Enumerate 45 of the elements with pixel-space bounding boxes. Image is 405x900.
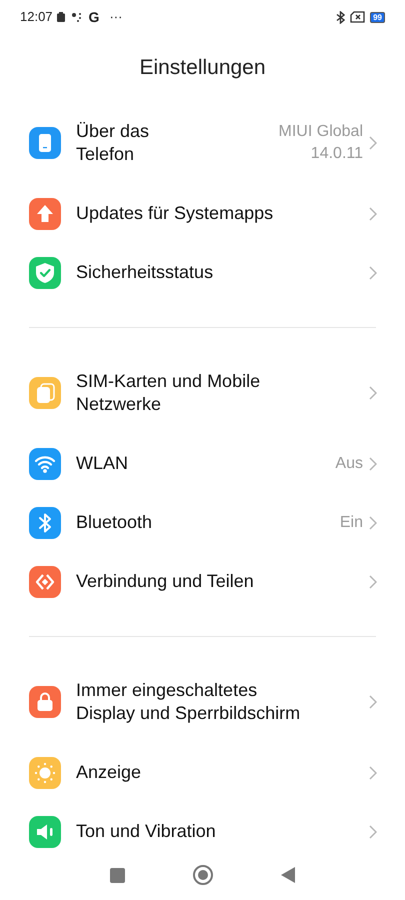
chevron-icon (369, 136, 377, 150)
item-label: Anzeige (76, 761, 142, 784)
settings-item[interactable]: Bluetooth Ein (0, 493, 405, 552)
home-button[interactable] (193, 865, 213, 885)
item-value: Aus (335, 454, 363, 474)
settings-item[interactable]: Sicherheitsstatus (0, 243, 405, 302)
item-label: Bluetooth (76, 511, 154, 534)
item-label: WLAN (76, 452, 130, 475)
chevron-icon (369, 516, 377, 530)
chevron-icon (369, 266, 377, 280)
status-time: 12:07 (20, 8, 53, 26)
chevron-icon (369, 695, 377, 709)
settings-item[interactable]: Immer eingeschaltetes Display und Sperrbildschirm (0, 661, 405, 743)
more-notifications: ··· (109, 8, 122, 26)
page-title: Einstellungen (139, 55, 266, 82)
item-value: MIUI Global 14.0.11 (278, 122, 363, 164)
clipboard-icon (56, 12, 65, 22)
settings-item[interactable]: Anzeige (0, 743, 405, 802)
recents-button[interactable] (110, 868, 125, 882)
settings-item[interactable]: WLAN Aus (0, 434, 405, 493)
chevron-icon (369, 386, 377, 400)
google-letter: G (88, 8, 100, 26)
chevron-icon (369, 574, 377, 588)
back-icon[interactable] (281, 867, 295, 883)
settings-item[interactable]: Ton und Vibration (0, 802, 405, 856)
bluetooth-icon (336, 10, 346, 24)
item-label: Über das Telefon (76, 120, 150, 166)
dots-icon (70, 12, 83, 22)
item-label: Immer eingeschaltetes Display und Sperrbildschirm (76, 679, 302, 725)
settings-item[interactable]: Verbindung und Teilen (0, 552, 405, 611)
settings-item[interactable]: Über das Telefon MIUI Global 14.0.11 (0, 102, 405, 184)
chevron-icon (369, 456, 377, 470)
item-label: Verbindung und Teilen (76, 570, 255, 593)
battery-indicator: 99 (370, 12, 385, 22)
chevron-icon (369, 206, 377, 220)
settings-item[interactable]: SIM-Karten und Mobile Netzwerke (0, 352, 405, 434)
item-label: Updates für Systemapps (76, 202, 274, 225)
no-sim-icon (350, 11, 366, 23)
item-value: Ein (340, 512, 363, 532)
settings-item[interactable]: Updates für Systemapps (0, 184, 405, 243)
item-label: SIM-Karten und Mobile Netzwerke (76, 370, 262, 416)
chevron-icon (369, 824, 377, 838)
chevron-icon (369, 766, 377, 780)
item-label: Ton und Vibration (76, 820, 217, 843)
item-label: Sicherheitsstatus (76, 261, 214, 284)
